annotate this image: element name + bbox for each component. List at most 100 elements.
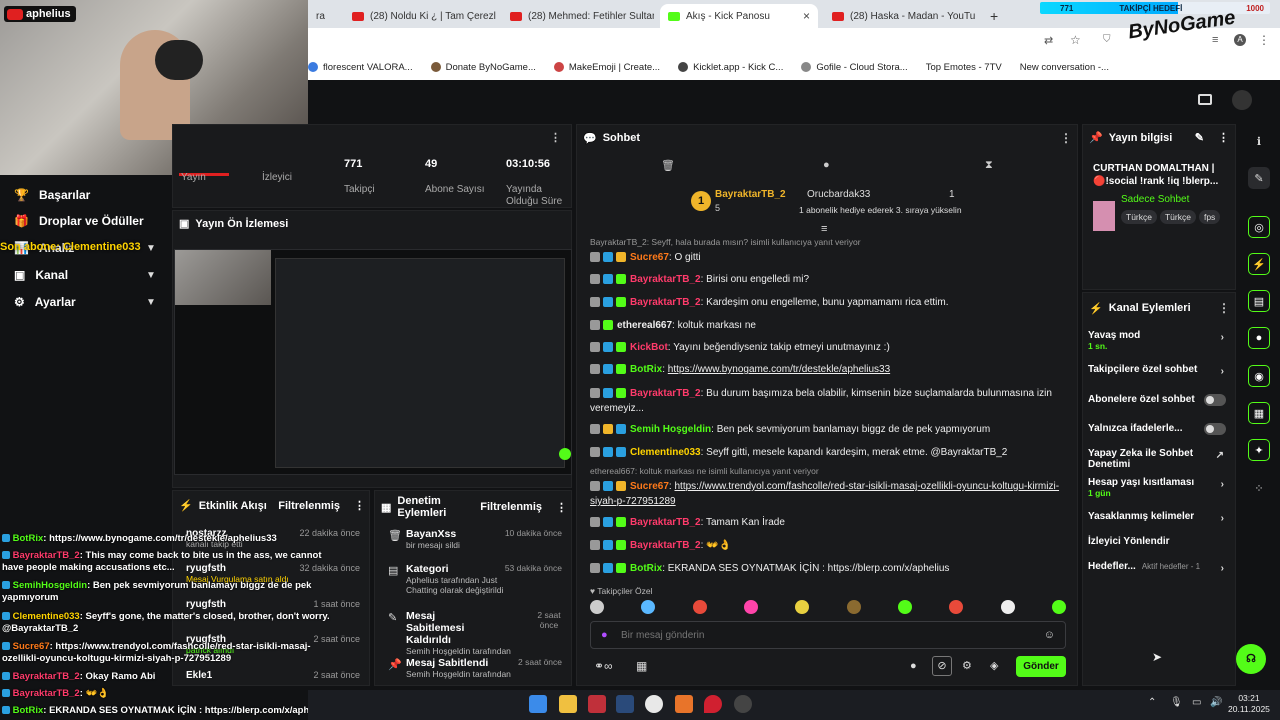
emote-icon[interactable] (641, 600, 656, 614)
app-icon[interactable] (734, 695, 752, 713)
category-name[interactable]: Sadece Sohbet (1121, 194, 1189, 205)
kebab-menu-icon[interactable]: ⋮ (550, 131, 561, 144)
trash-icon[interactable] (590, 540, 600, 551)
tag[interactable]: fps (1198, 210, 1221, 224)
app-icon[interactable] (675, 695, 693, 713)
app-icon[interactable] (588, 695, 606, 713)
network-icon[interactable]: ▭ (1192, 697, 1201, 708)
mic-icon[interactable]: 🎙 (1170, 697, 1183, 708)
bookmark[interactable]: MakeEmoji | Create... (553, 62, 660, 73)
trash-icon[interactable] (590, 274, 600, 285)
bookmark[interactable]: Kicklet.app - Kick C... (678, 62, 783, 73)
location-icon[interactable] (704, 695, 722, 713)
chat-message[interactable]: Clementine033: Seyff gitti, mesele kapan… (590, 445, 1066, 460)
action-slow-mode[interactable]: Yavaş mod 1 sn. › (1088, 330, 1228, 351)
chat-message[interactable]: BayraktarTB_2: Kardeşim onu engelleme, b… (590, 295, 1066, 310)
action-subscribers-only[interactable]: Abonelere özel sohbet (1088, 394, 1228, 406)
chat-username[interactable]: BotRix (630, 364, 662, 375)
chat-username[interactable]: Semih Hoşgeldin (630, 424, 711, 435)
emote-icon[interactable] (846, 600, 861, 614)
menu-lines-icon[interactable]: ≡ (1212, 34, 1218, 46)
trash-icon[interactable] (590, 447, 600, 458)
chat-message[interactable]: Sucre67: https://www.trendyol.com/fashco… (590, 479, 1066, 509)
action-followers-only[interactable]: Takipçilere özel sohbet › (1088, 364, 1228, 377)
trash-icon[interactable] (590, 320, 600, 331)
emote-icon[interactable] (590, 600, 604, 614)
chat-message[interactable]: BotRix: EKRANDA SES OYNATMAK İÇİN : http… (590, 561, 1066, 576)
chat-input-box[interactable]: ● ☺ (590, 621, 1066, 649)
gallery-icon[interactable]: ▦ (1248, 402, 1270, 424)
mic-icon[interactable]: ● (601, 629, 608, 641)
store-icon[interactable]: ▦ (636, 659, 647, 673)
emote-icon[interactable] (743, 600, 758, 614)
chat-username[interactable]: BotRix (630, 563, 662, 574)
action-emotes-only[interactable]: Yalnızca ifadelerle... (1088, 423, 1228, 435)
nav-settings[interactable]: ⚙ Ayarlar ▼ (14, 295, 156, 309)
chat-link[interactable]: https://www.bynogame.com/tr/destekle/aph… (668, 364, 890, 375)
chat-message[interactable]: BayraktarTB_2: Birisi onu engelledi mi? (590, 272, 1066, 287)
focus-icon[interactable]: ◎ (1248, 216, 1270, 238)
pencil-icon[interactable]: ✎ (1195, 131, 1204, 144)
slash-icon[interactable]: ⊘ (932, 656, 952, 676)
chat-message[interactable]: BayraktarTB_2: 👐👌 (590, 538, 1066, 553)
action-raid[interactable]: İzleyici Yönlendir (1088, 536, 1228, 547)
close-icon[interactable]: × (803, 9, 810, 23)
emote-icon[interactable] (1000, 600, 1015, 614)
bolt-icon[interactable]: ⚡ (1248, 253, 1270, 275)
system-clock[interactable]: 03:21 20.11.2025 (1228, 693, 1270, 715)
user-avatar[interactable] (1232, 90, 1252, 110)
steam-icon[interactable] (616, 695, 634, 713)
chat-message[interactable]: BayraktarTB_2: Bu durum başımıza bela ol… (590, 386, 1066, 416)
trash-icon[interactable]: 🗑 (661, 159, 675, 172)
action-account-age[interactable]: Hesap yaşı kısıtlaması 1 gün › (1088, 477, 1228, 498)
emote-icon[interactable] (692, 600, 707, 614)
browser-tab[interactable]: (28) Noldu Ki ¿ | Tam Çerezlik× (344, 4, 496, 28)
nav-achievements[interactable]: 🏆 Başarılar (14, 188, 90, 202)
bookmark[interactable]: New conversation -... (1020, 62, 1109, 73)
trash-icon[interactable] (590, 252, 600, 263)
hourglass-icon[interactable]: ⧗ (985, 159, 993, 172)
gear-icon[interactable]: ⚙ (962, 659, 972, 672)
robot-icon[interactable]: ◈ (990, 659, 998, 672)
browser-tab-active[interactable]: Akış - Kick Panosu × (660, 4, 818, 28)
trash-icon[interactable] (590, 364, 600, 375)
stream-preview-video[interactable] (174, 249, 572, 475)
profile-avatar[interactable]: A (1234, 34, 1246, 46)
kebab-menu-icon[interactable]: ⋮ (354, 499, 365, 512)
send-button[interactable]: Gönder (1016, 656, 1066, 677)
event-filter[interactable]: Filtrelenmiş (278, 500, 340, 512)
nav-drops[interactable]: 🎁 Droplar ve Ödüller (14, 214, 144, 228)
action-goals[interactable]: Hedefler... Aktif hedefler - 1 › (1088, 561, 1228, 574)
wrench-icon[interactable]: ✦ (1248, 439, 1270, 461)
shield-icon[interactable]: ⛉ (1103, 34, 1111, 45)
chat-username[interactable]: BayraktarTB_2 (630, 297, 701, 308)
bookmark[interactable]: Donate ByNoGame... (430, 62, 536, 73)
volume-icon[interactable]: 🔊 (1210, 697, 1222, 708)
cast-icon[interactable] (1198, 94, 1212, 105)
trash-icon[interactable] (590, 481, 600, 492)
chat-icon[interactable]: ● (1248, 327, 1270, 349)
tag[interactable]: Türkçe (1121, 210, 1157, 224)
chat-message[interactable]: BayraktarTB_2: Tamam Kan İrade (590, 515, 1066, 530)
bookmark[interactable]: Gofile - Cloud Stora... (801, 62, 908, 73)
nav-channel[interactable]: ▣ Kanal ▼ (14, 268, 156, 282)
emote-icon[interactable] (897, 600, 912, 614)
chat-message[interactable]: BotRix: https://www.bynogame.com/tr/dest… (590, 362, 1066, 377)
trash-icon[interactable] (590, 424, 600, 435)
trash-icon[interactable] (590, 517, 600, 528)
bookmark[interactable]: florescent VALORA... (308, 62, 413, 73)
kebab-menu-icon[interactable]: ⋮ (1218, 301, 1230, 315)
emote-icon[interactable] (949, 600, 964, 614)
star-icon[interactable]: ☆ (1070, 33, 1081, 47)
kebab-menu-icon[interactable]: ⋮ (1258, 33, 1270, 47)
action-ai-moderation[interactable]: Yapay Zeka ile Sohbet Denetimi ↗ (1088, 448, 1228, 470)
document-icon[interactable]: ▤ (1248, 290, 1270, 312)
expand-icon[interactable]: ≡ (821, 223, 827, 235)
apps-icon[interactable]: ⁘ (1248, 477, 1270, 499)
translate-icon[interactable]: ⇄ (1044, 34, 1053, 47)
chrome-icon[interactable] (645, 695, 663, 713)
chat-username[interactable]: Sucre67 (630, 481, 669, 492)
browser-tab[interactable]: (28) Haska - Madan - YouTu× (824, 4, 978, 28)
file-explorer-icon[interactable] (559, 695, 577, 713)
chat-username[interactable]: BayraktarTB_2 (630, 517, 701, 528)
